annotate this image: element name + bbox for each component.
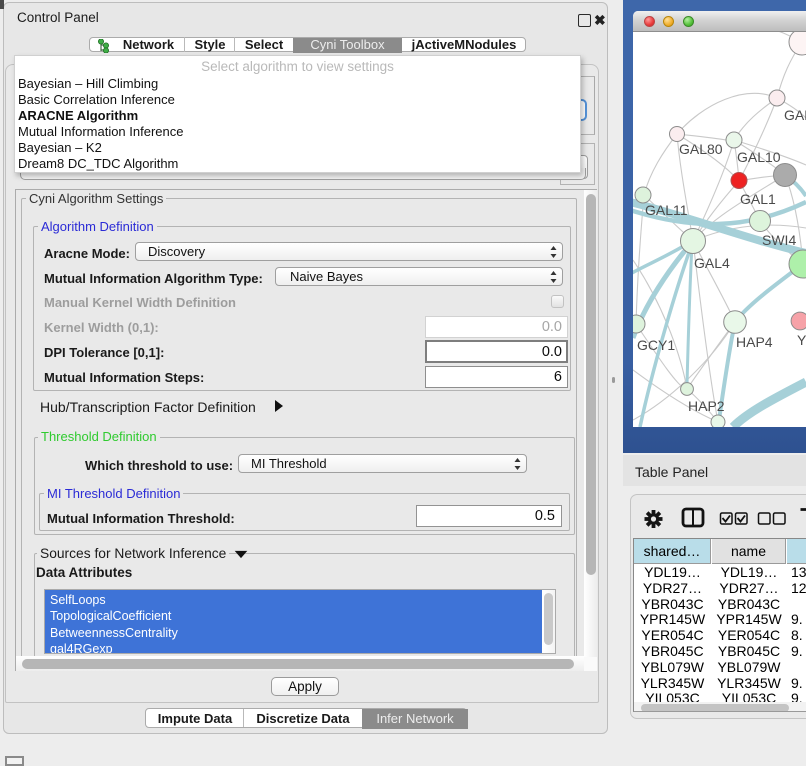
svg-text:GAL4: GAL4 [694, 255, 730, 271]
svg-text:GAL1: GAL1 [740, 191, 776, 207]
svg-text:Y: Y [797, 332, 806, 348]
svg-text:GAL11: GAL11 [645, 202, 688, 218]
svg-text:HAP2: HAP2 [688, 398, 725, 414]
svg-text:GAL: GAL [784, 107, 806, 123]
svg-text:HAP4: HAP4 [736, 334, 773, 350]
svg-text:SWI4: SWI4 [762, 232, 796, 248]
svg-text:GCY1: GCY1 [637, 337, 675, 353]
svg-text:GAL80: GAL80 [679, 141, 723, 157]
svg-text:GAL10: GAL10 [737, 149, 781, 165]
